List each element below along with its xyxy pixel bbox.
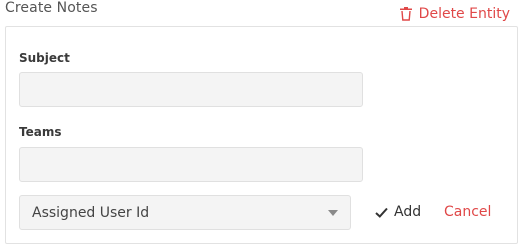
- chevron-down-icon: [328, 210, 338, 216]
- create-notes-form: Subject Teams Assigned User Id Add Cance…: [5, 26, 518, 244]
- assigned-user-select[interactable]: Assigned User Id: [19, 195, 351, 230]
- trash-icon: [399, 7, 412, 21]
- add-button[interactable]: Add: [375, 204, 421, 220]
- cancel-button[interactable]: Cancel: [444, 204, 491, 220]
- teams-label: Teams: [19, 125, 62, 139]
- page-title: Create Notes: [5, 0, 98, 16]
- subject-label: Subject: [19, 51, 70, 65]
- add-button-label: Add: [394, 204, 422, 220]
- delete-entity-label: Delete Entity: [418, 6, 510, 22]
- check-icon: [375, 207, 388, 218]
- subject-input[interactable]: [19, 72, 363, 107]
- teams-input[interactable]: [19, 147, 363, 182]
- assigned-user-selected-value: Assigned User Id: [32, 204, 150, 221]
- delete-entity-button[interactable]: Delete Entity: [399, 6, 510, 22]
